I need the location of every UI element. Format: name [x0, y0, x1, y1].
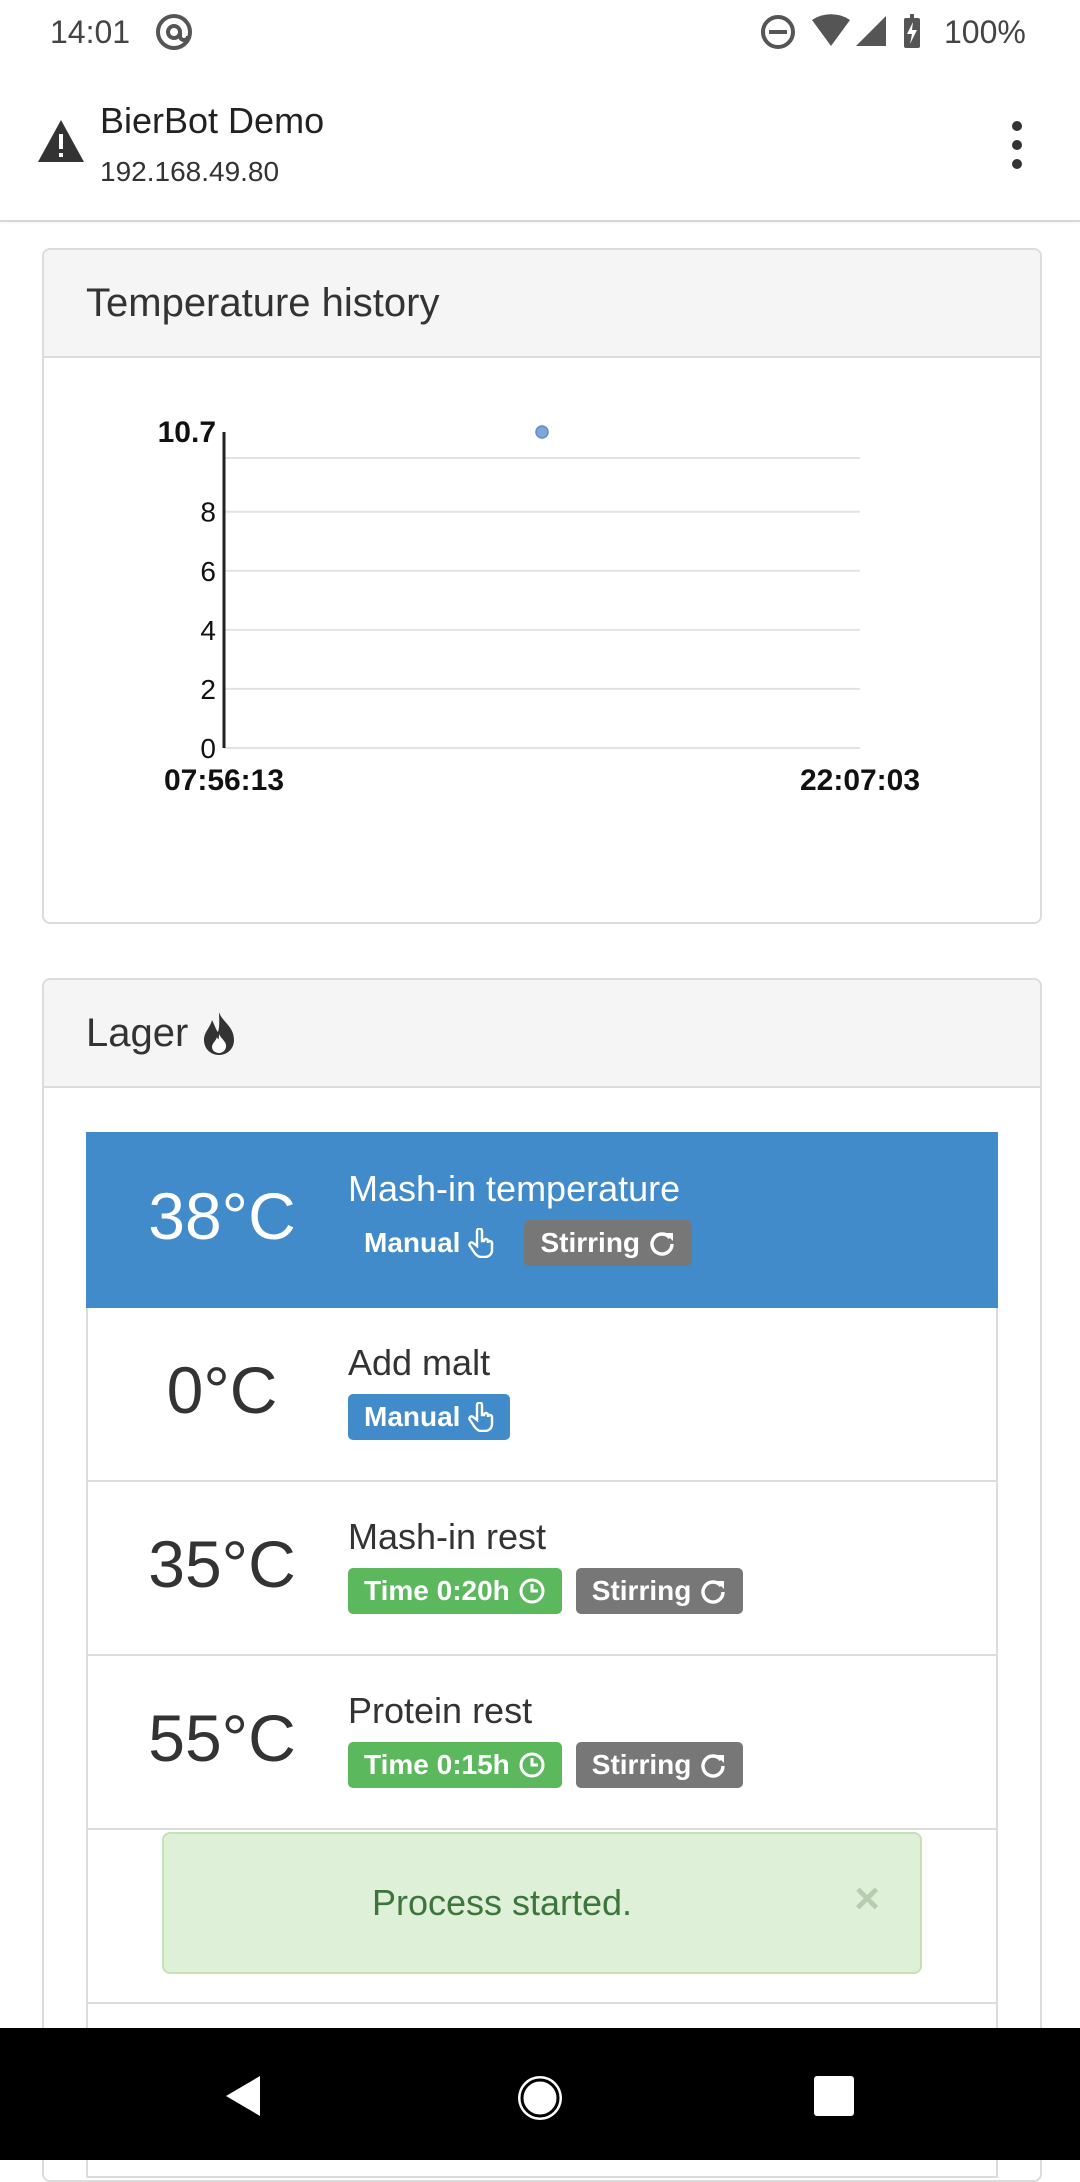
y-tick-label: 0: [200, 733, 216, 764]
clock-icon: [519, 1752, 545, 1778]
refresh-icon: [650, 1232, 674, 1256]
home-icon[interactable]: [512, 2070, 568, 2126]
success-toast: Process started. ×: [162, 1832, 922, 1974]
step-row[interactable]: 0°C Add malt Manual: [86, 1308, 998, 1482]
time-badge: Time 0:20h: [348, 1568, 562, 1614]
step-temperature: 0°C: [166, 1353, 278, 1427]
battery-charging-icon: [904, 14, 920, 48]
toast-message: Process started.: [371, 1882, 633, 1923]
more-vert-icon[interactable]: [1000, 118, 1034, 172]
step-row[interactable]: 35°C Mash-in rest Time 0:20h Stirring: [86, 1482, 998, 1656]
at-sign-icon: [156, 14, 192, 50]
step-temperature: 55°C: [148, 1701, 296, 1775]
stirring-badge: Stirring: [575, 1568, 744, 1614]
system-nav-bar: [0, 2028, 1080, 2160]
step-name: Add malt: [348, 1342, 491, 1383]
step-badges: Manual: [348, 1394, 511, 1440]
step-row[interactable]: 55°C Protein rest Time 0:15h Stirring: [86, 1656, 998, 1830]
battery-percent: 100%: [944, 14, 1026, 50]
stirring-badge: Stirring: [524, 1220, 693, 1266]
badge-label: Manual: [364, 1401, 461, 1432]
step-badges: Time 0:15h Stirring: [348, 1742, 744, 1788]
x-tick-label: 07:56:13: [164, 764, 284, 797]
hand-pointer-icon: [468, 1228, 494, 1258]
data-point: [535, 425, 549, 439]
browser-toolbar: BierBot Demo 192.168.49.80: [0, 68, 1080, 222]
badge-label: Manual: [364, 1227, 461, 1258]
status-bar: 14:01 100%: [0, 0, 1080, 68]
step-row[interactable]: 38°C Mash-in temperature Manual Stirring: [86, 1132, 998, 1308]
site-url[interactable]: 192.168.49.80: [100, 156, 279, 188]
step-name: Mash-in temperature: [348, 1168, 681, 1209]
do-not-disturb-icon: [761, 15, 795, 49]
step-temperature: 35°C: [148, 1527, 296, 1601]
temperature-history-panel: Temperature history 0 2 4 6 8 10.7 07:56:13 22:…: [42, 248, 1042, 924]
warning-icon[interactable]: [36, 118, 86, 164]
manual-badge: Manual: [348, 1394, 511, 1440]
badge-label: Time 0:15h: [364, 1749, 510, 1780]
recipe-name: Lager: [86, 1010, 189, 1055]
step-badges: Time 0:20h Stirring: [348, 1568, 744, 1614]
badge-label: Stirring: [591, 1575, 692, 1606]
y-tick-label: 4: [200, 615, 216, 646]
badge-label: Time 0:20h: [364, 1575, 510, 1606]
status-time: 14:01: [50, 14, 131, 50]
flame-icon: [204, 1012, 235, 1055]
hand-pointer-icon: [468, 1402, 494, 1432]
temperature-chart: 0 2 4 6 8 10.7 07:56:13 22:07:03: [158, 416, 920, 797]
status-icons: [761, 14, 920, 49]
close-icon[interactable]: ×: [854, 1874, 880, 1924]
recipe-heading: Lager: [44, 980, 1040, 1088]
badge-label: Stirring: [591, 1749, 692, 1780]
clock-icon: [519, 1578, 545, 1604]
time-badge: Time 0:15h: [348, 1742, 562, 1788]
stirring-badge: Stirring: [575, 1742, 744, 1788]
cell-signal-icon: [856, 16, 886, 46]
y-tick-label: 6: [200, 556, 216, 587]
y-tick-label: 2: [200, 674, 216, 705]
recents-icon[interactable]: [812, 2074, 856, 2118]
x-tick-label: 22:07:03: [800, 764, 920, 797]
step-temperature: 38°C: [148, 1179, 296, 1253]
refresh-icon: [701, 1580, 726, 1604]
refresh-icon: [701, 1754, 726, 1778]
site-title[interactable]: BierBot Demo: [100, 100, 324, 142]
panel-heading: Temperature history: [44, 250, 1040, 358]
back-icon[interactable]: [220, 2072, 266, 2120]
step-name: Protein rest: [348, 1690, 533, 1731]
step-badges: Manual Stirring: [348, 1220, 693, 1266]
step-name: Mash-in rest: [348, 1516, 547, 1557]
y-tick-label: 8: [200, 497, 216, 528]
y-tick-label: 10.7: [158, 416, 216, 449]
manual-badge: Manual: [348, 1220, 510, 1266]
step-list: 38°C Mash-in temperature Manual Stirring…: [86, 1132, 998, 2178]
badge-label: Stirring: [540, 1227, 641, 1258]
recipe-panel: Lager 38°C Mash-in temperature Manual St…: [42, 978, 1042, 2182]
wifi-icon: [812, 14, 850, 46]
